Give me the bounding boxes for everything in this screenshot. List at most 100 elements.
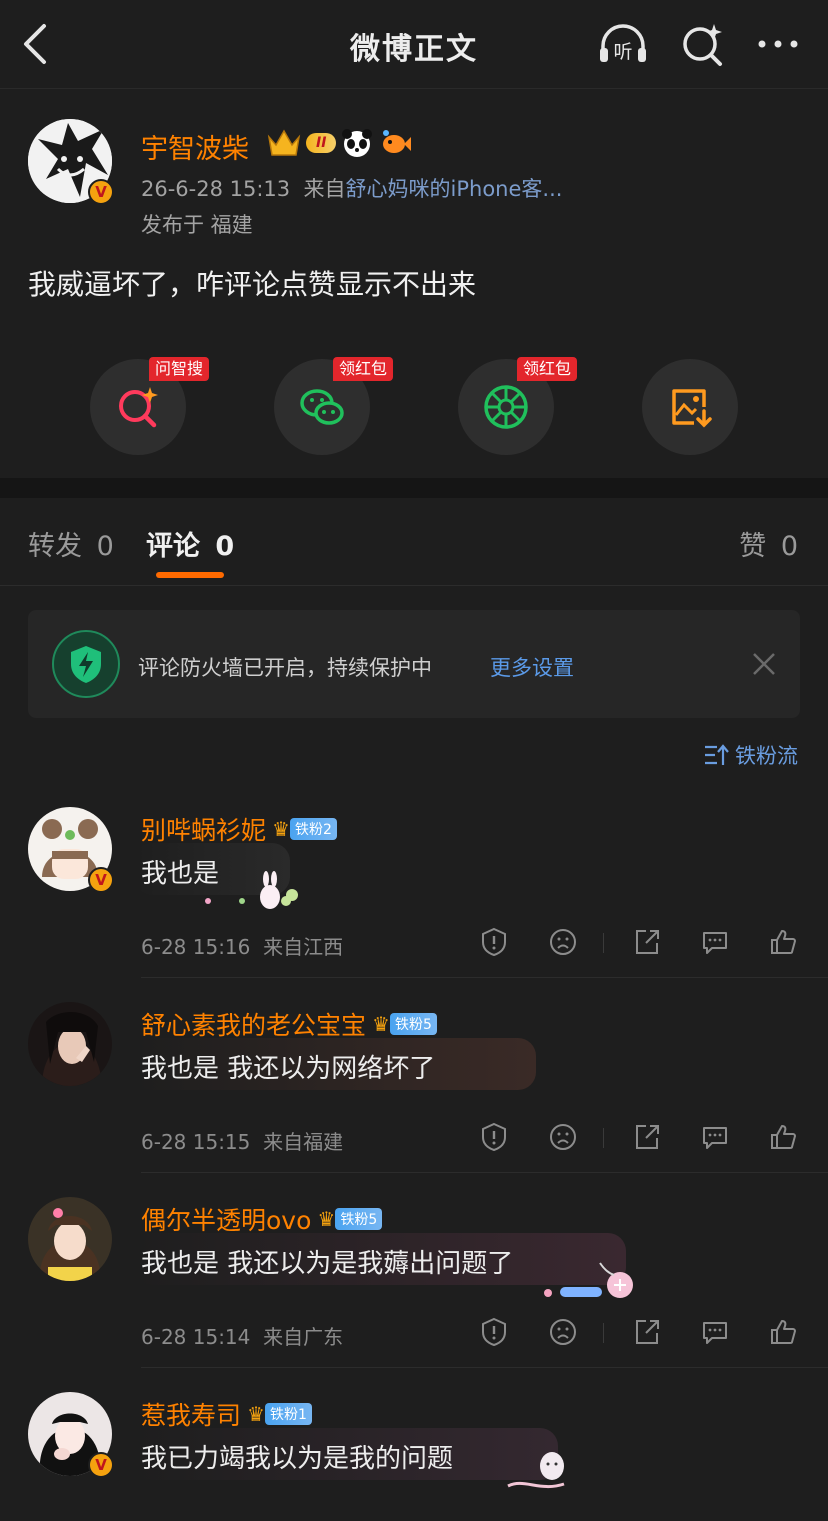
commenter-avatar[interactable]: [28, 1002, 112, 1086]
sort-label: 铁粉流: [735, 744, 798, 768]
crown-icon: ♛: [247, 1402, 265, 1426]
notice-text: 评论防火墙已开启，持续保护中: [138, 656, 432, 680]
fan-level: 铁粉1: [264, 1403, 312, 1425]
comment-location: 来自江西: [263, 935, 344, 959]
tab-comment[interactable]: 评论 0: [146, 524, 234, 563]
share-icon[interactable]: [632, 927, 662, 957]
verified-badge: V: [88, 1452, 114, 1478]
more-button[interactable]: [752, 20, 806, 68]
commenter-name[interactable]: 舒心素我的老公宝宝 ♛ 铁粉5: [141, 1006, 437, 1042]
commenter-name-text: 舒心素我的老公宝宝: [141, 1011, 367, 1040]
crown-icon: ♛: [372, 1012, 390, 1036]
action-divider: [603, 933, 604, 953]
action-divider: [603, 1128, 604, 1148]
crown-icon: ♛: [272, 817, 290, 841]
comment-time: 6-28 15:16: [141, 935, 251, 959]
comment-text: 我已力竭我以为是我的问题: [141, 1444, 454, 1474]
post-time: 26-6-28 15:13: [141, 177, 291, 201]
panda-icon: [342, 129, 373, 157]
shield-icon: [52, 630, 120, 698]
moments-icon: [484, 385, 528, 429]
bubble-decoration-icon: [544, 1262, 633, 1298]
fan-badge: ♛ 铁粉5: [317, 1207, 383, 1231]
search-button[interactable]: [676, 20, 730, 68]
commenter-name[interactable]: 别哔蜗衫妮 ♛ 铁粉2: [141, 811, 337, 847]
bubble-decoration-icon: [507, 1452, 565, 1489]
more-settings-link[interactable]: 更多设置: [490, 652, 574, 682]
tab-repost[interactable]: 转发 0: [28, 524, 114, 563]
comment-time: 6-28 15:14: [141, 1325, 251, 1349]
share-icon[interactable]: [632, 1317, 662, 1347]
reply-icon[interactable]: [700, 1122, 730, 1152]
commenter-avatar[interactable]: [28, 1197, 112, 1281]
comment-location: 来自广东: [263, 1325, 344, 1349]
dislike-icon[interactable]: [548, 927, 578, 957]
wechat-icon: [300, 389, 344, 425]
author-name[interactable]: 宇智波柴: [141, 127, 249, 166]
reply-icon[interactable]: [700, 1317, 730, 1347]
commenter-name-text: 别哔蜗衫妮: [141, 816, 267, 845]
commenter-name-text: 惹我寿司: [141, 1401, 242, 1430]
verified-badge: V: [88, 179, 114, 205]
verified-badge: V: [88, 867, 114, 893]
tab-indicator: [156, 572, 224, 578]
comment-text: 我也是 我还以为网络坏了: [141, 1054, 436, 1084]
report-icon[interactable]: [479, 1317, 509, 1347]
source-prefix: 来自: [303, 177, 346, 201]
commenter-name-text: 偶尔半透明ovo: [141, 1206, 312, 1235]
ai-search-icon: [683, 24, 722, 66]
fan-badge: ♛ 铁粉2: [272, 817, 337, 841]
sort-selector[interactable]: 铁粉流: [703, 740, 798, 770]
comment-location: 来自福建: [263, 1130, 344, 1154]
section-separator: [0, 478, 828, 498]
report-icon[interactable]: [479, 927, 509, 957]
comment-item: V 别哔蜗衫妮 ♛ 铁粉2 我也是 6-28 15:16 来自江西: [0, 783, 828, 978]
post-card: V 宇智波柴 II 26-6-28 15:13 来自舒心妈咪的iPhone客..…: [0, 88, 828, 478]
tab-like-count: 0: [780, 531, 798, 562]
more-icon: [758, 40, 798, 48]
source-app[interactable]: 舒心妈咪的iPhone客...: [346, 177, 563, 201]
save-image-button[interactable]: [642, 359, 738, 455]
listen-label: 听: [613, 41, 632, 63]
comment-item: 偶尔半透明ovo ♛ 铁粉5 我也是 我还以为是我薅出问题了 6-28 15:14 …: [0, 1173, 828, 1368]
commenter-name[interactable]: 惹我寿司 ♛ 铁粉1: [141, 1396, 312, 1432]
tab-like[interactable]: 赞 0: [739, 524, 798, 563]
comment-item: V 惹我寿司 ♛ 铁粉1 我已力竭我以为是我的问题: [0, 1368, 828, 1521]
sort-icon: [705, 744, 729, 765]
like-icon[interactable]: [768, 927, 798, 957]
listen-button[interactable]: 听: [596, 20, 650, 68]
report-icon[interactable]: [479, 1122, 509, 1152]
headphones-icon: 听: [600, 24, 646, 63]
ai-search-icon: [119, 387, 158, 428]
tab-repost-label: 转发: [28, 531, 82, 562]
fan-level: 铁粉5: [335, 1208, 383, 1230]
tab-comment-count: 0: [215, 531, 235, 562]
interaction-tabs: 转发 0 评论 0 赞 0: [0, 498, 828, 586]
comment-meta: 6-28 15:14 来自广东: [141, 1321, 343, 1350]
commenter-name[interactable]: 偶尔半透明ovo ♛ 铁粉5: [141, 1201, 383, 1237]
comment-text: 我也是 我还以为是我薅出问题了: [141, 1249, 514, 1279]
dislike-icon[interactable]: [548, 1317, 578, 1347]
share-icon[interactable]: [632, 1122, 662, 1152]
dislike-icon[interactable]: [548, 1122, 578, 1152]
comment-firewall-notice: 评论防火墙已开启，持续保护中 更多设置: [28, 610, 800, 718]
post-content: 我威逼坏了，咋评论点赞显示不出来: [28, 268, 477, 301]
crown-icon: ♛: [317, 1207, 336, 1231]
action-tag: 问智搜: [149, 357, 210, 381]
author-badges: II: [266, 125, 412, 161]
close-icon[interactable]: [750, 650, 778, 678]
post-location: 发布于 福建: [141, 213, 253, 237]
top-bar: 微博正文 听: [0, 0, 828, 88]
reply-icon[interactable]: [700, 927, 730, 957]
tab-like-label: 赞: [739, 531, 767, 562]
comment-time: 6-28 15:15: [141, 1130, 251, 1154]
like-icon[interactable]: [768, 1122, 798, 1152]
fan-level: 铁粉5: [389, 1013, 437, 1035]
fan-level: 铁粉2: [289, 818, 337, 840]
action-divider: [603, 1323, 604, 1343]
level-badge: II: [306, 133, 337, 153]
like-icon[interactable]: [768, 1317, 798, 1347]
action-tag: 领红包: [333, 357, 394, 381]
tab-comment-label: 评论: [146, 531, 200, 562]
comment-meta: 6-28 15:15 来自福建: [141, 1126, 343, 1155]
